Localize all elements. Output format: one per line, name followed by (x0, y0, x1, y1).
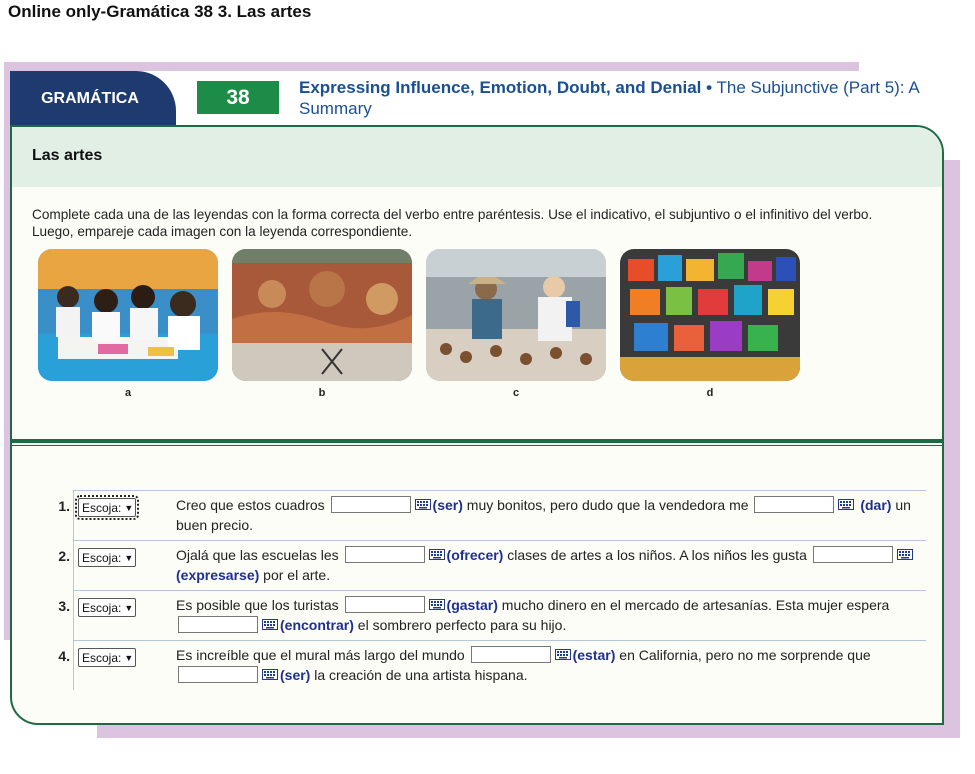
select-value: Escoja: (82, 550, 122, 565)
bullet: • (706, 78, 713, 97)
keyboard-icon[interactable] (896, 549, 913, 560)
answer-input[interactable] (344, 546, 425, 563)
answer-input[interactable] (330, 496, 411, 513)
exercise-item: 1. Escoja: ▼ Creo que estos cuadros (ser)… (46, 490, 926, 540)
sentence-text: muy bonitos, pero dudo que la vendedora … (466, 497, 749, 513)
exercise-list: 1. Escoja: ▼ Creo que estos cuadros (ser)… (46, 490, 926, 690)
chevron-down-icon: ▼ (124, 502, 134, 513)
image-d-paintings (620, 249, 800, 381)
image-a-classroom (38, 249, 218, 381)
chevron-down-icon: ▼ (124, 602, 134, 613)
image-label: b (318, 387, 326, 399)
chevron-down-icon: ▼ (124, 552, 134, 563)
select-value: Escoja: (82, 500, 122, 515)
exercise-item: 4. Escoja: ▼ Es increíble que el mural má… (46, 640, 926, 690)
keyboard-icon[interactable] (414, 499, 431, 510)
instructions: Complete cada una de las leyendas con la… (32, 207, 873, 239)
item-number: 3. (58, 598, 70, 614)
verb-hint: (gastar) (446, 597, 498, 613)
image-label: a (124, 387, 132, 399)
verb-hint: (ser) (432, 497, 463, 513)
verb-hint: (estar) (572, 647, 616, 663)
exercise-item: 3. Escoja: ▼ Es posible que los turistas … (46, 590, 926, 640)
exercise-item: 2. Escoja: ▼ Ojalá que las escuelas les (… (46, 540, 926, 590)
answer-input[interactable] (812, 546, 893, 563)
section-title: Expressing Influence, Emotion, Doubt, an… (299, 77, 939, 119)
select-value: Escoja: (82, 650, 122, 665)
select-value: Escoja: (82, 600, 122, 615)
answer-input[interactable] (470, 646, 551, 663)
activity-card: Las artes Complete cada una de las leyen… (10, 125, 944, 725)
sentence-text: Es increíble que el mural más largo del … (176, 647, 465, 663)
item-box: Escoja: ▼ Creo que estos cuadros (ser) mu… (73, 490, 926, 540)
verb-hint: (encontrar) (280, 617, 354, 633)
match-select[interactable]: Escoja: ▼ (78, 598, 137, 617)
verb-hint: (expresarse) (176, 567, 260, 583)
item-number: 1. (58, 498, 70, 514)
keyboard-icon[interactable] (554, 649, 571, 660)
match-select[interactable]: Escoja: ▼ (78, 648, 137, 667)
sentence-text: mucho dinero en el mercado de artesanías… (501, 597, 890, 613)
item-sentence: Es increíble que el mural más largo del … (174, 645, 926, 685)
card-header: Las artes (12, 127, 942, 187)
keyboard-icon[interactable] (838, 499, 855, 510)
sentence-text: el sombrero perfecto para su hijo. (357, 617, 567, 633)
answer-input[interactable] (344, 596, 425, 613)
match-select[interactable]: Escoja: ▼ (78, 548, 137, 567)
item-sentence: Creo que estos cuadros (ser) muy bonitos… (174, 495, 926, 535)
answer-input[interactable] (178, 666, 258, 683)
item-box: Escoja: ▼ Ojalá que las escuelas les (ofr… (73, 540, 926, 590)
section-divider (12, 445, 942, 446)
verb-hint: (dar) (860, 497, 892, 513)
keyboard-icon[interactable] (428, 599, 445, 610)
verb-hint: (ser) (280, 667, 311, 683)
sentence-text: Ojalá que las escuelas les (176, 547, 339, 563)
gramatica-tab: GRAMÁTICA (10, 71, 176, 127)
keyboard-icon[interactable] (262, 669, 278, 680)
page-title: Online only-Gramática 38 3. Las artes (8, 2, 312, 21)
sentence-text: la creación de una artista hispana. (314, 667, 528, 683)
image-b-mural (232, 249, 412, 381)
section-divider (12, 439, 942, 443)
sentence-text: Es posible que los turistas (176, 597, 339, 613)
image-c-market (426, 249, 606, 381)
keyboard-icon[interactable] (428, 549, 445, 560)
item-box: Escoja: ▼ Es increíble que el mural más l… (73, 640, 926, 690)
item-box: Escoja: ▼ Es posible que los turistas (ga… (73, 590, 926, 640)
sentence-text: clases de artes a los niños. A los niños… (507, 547, 807, 563)
item-sentence: Es posible que los turistas (gastar) muc… (174, 595, 926, 635)
image-label: d (706, 387, 714, 399)
sentence-text: Creo que estos cuadros (176, 497, 325, 513)
section-title-bold: Expressing Influence, Emotion, Doubt, an… (299, 78, 702, 97)
answer-input[interactable] (754, 496, 835, 513)
image-label: c (512, 387, 520, 399)
verb-hint: (ofrecer) (446, 547, 504, 563)
card-title: Las artes (32, 147, 103, 164)
item-sentence: Ojalá que las escuelas les (ofrecer) cla… (174, 545, 926, 585)
answer-input[interactable] (178, 616, 258, 633)
sentence-text: por el arte. (263, 567, 331, 583)
match-select[interactable]: Escoja: ▼ (74, 495, 140, 520)
chevron-down-icon: ▼ (124, 652, 134, 663)
keyboard-icon[interactable] (262, 619, 278, 630)
sentence-text: en California, pero no me sorprende que (619, 647, 871, 663)
item-number: 2. (58, 548, 70, 564)
item-number: 4. (58, 648, 70, 664)
chapter-number: 38 (197, 81, 279, 114)
